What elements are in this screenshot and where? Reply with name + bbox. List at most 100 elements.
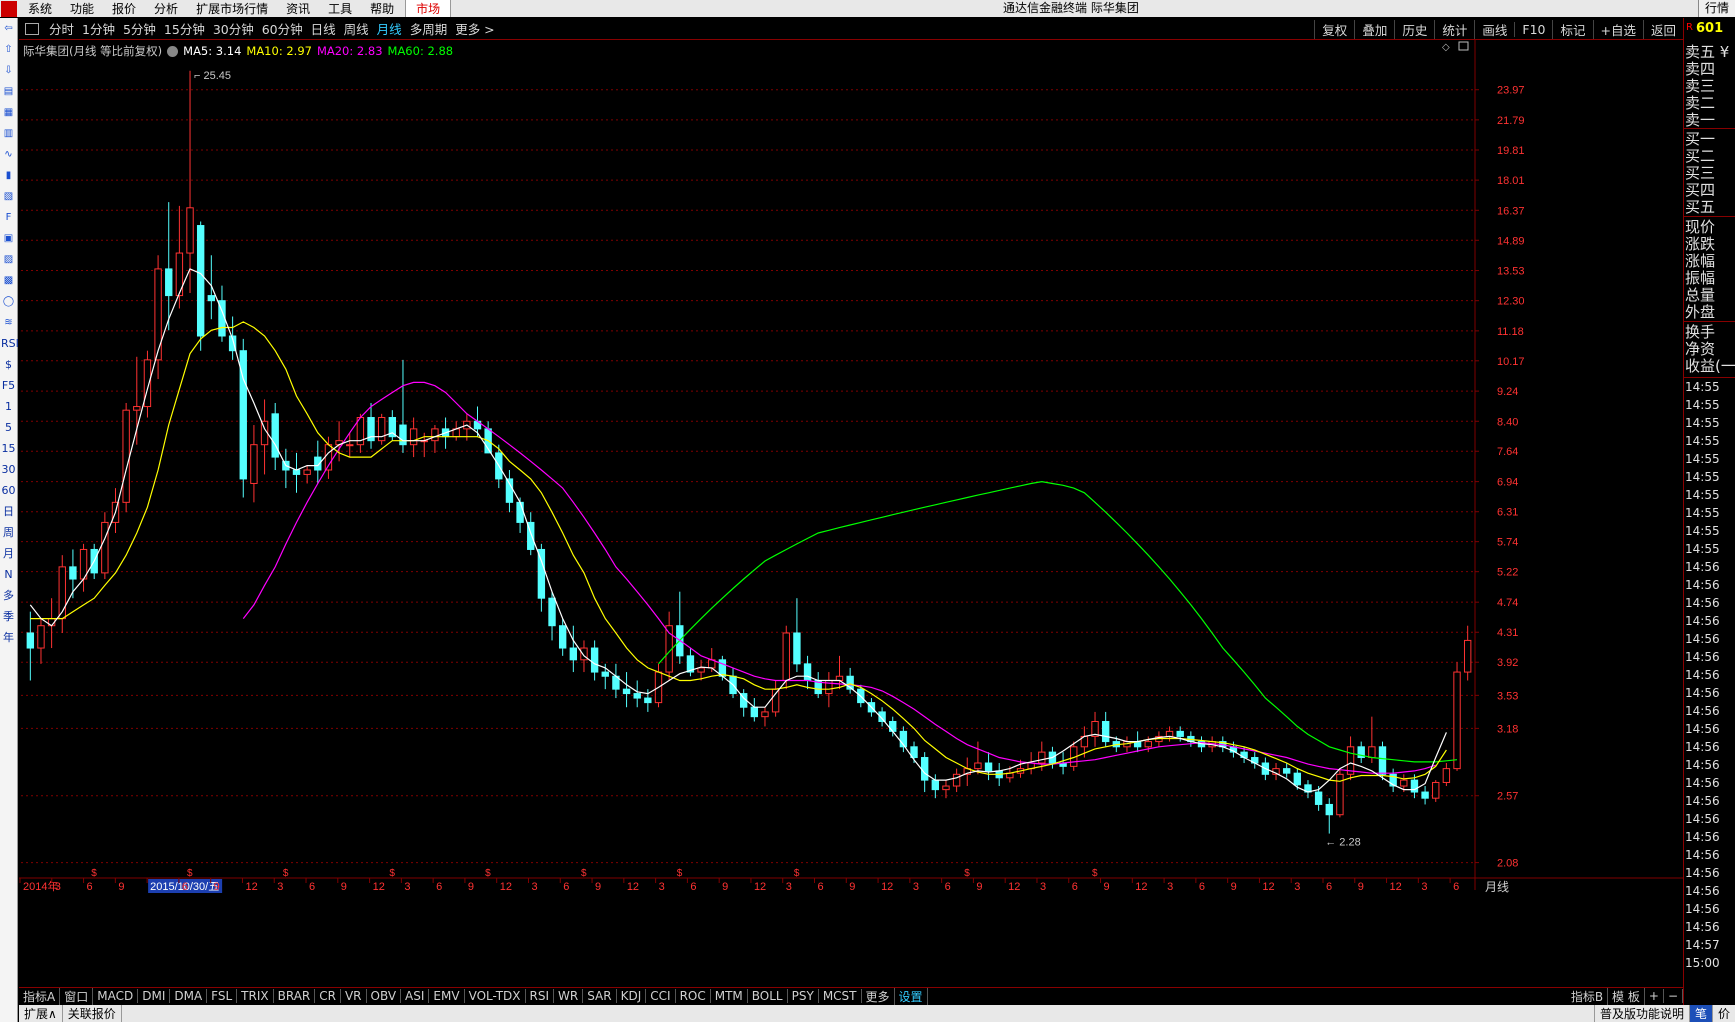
period-tab-5[interactable]: 60分钟 [258, 19, 307, 38]
dividend-marker[interactable]: $ [485, 868, 491, 879]
menu-tools[interactable]: 工具 [321, 0, 363, 17]
candle[interactable] [1421, 786, 1429, 805]
candle[interactable] [942, 780, 950, 799]
window-toggle-icon[interactable] [1458, 41, 1469, 51]
indicator-right-2[interactable]: + [1645, 989, 1664, 1003]
indicator-tab-0[interactable]: 指标A [19, 987, 61, 1005]
candle[interactable] [761, 707, 769, 727]
menu-quote[interactable]: 报价 [105, 0, 147, 17]
kline-chart[interactable]: 23.97 21.79 19.81 18.01 16.37 14.89 13.53 12.30… [19, 40, 1683, 987]
linked-quote-button[interactable]: 关联报价 [63, 1005, 122, 1022]
candle[interactable] [793, 598, 801, 673]
candle[interactable] [335, 421, 343, 462]
candle[interactable] [1378, 741, 1387, 781]
chart-tool-0[interactable]: 复权 [1314, 19, 1354, 39]
indicator-tab-7[interactable]: BRAR [274, 989, 316, 1003]
candle[interactable] [79, 543, 88, 592]
indicator-tab-25[interactable]: 设置 [895, 987, 928, 1005]
left-tool-4[interactable]: 5 [1, 420, 16, 435]
left-tool-7[interactable]: 60 [1, 483, 16, 498]
indicator-tab-22[interactable]: PSY [788, 989, 819, 1003]
candle[interactable] [984, 752, 993, 781]
candle[interactable] [814, 672, 822, 699]
expand-button[interactable]: 扩展∧ [19, 1005, 63, 1022]
left-tool-14[interactable]: 年 [1, 630, 16, 645]
menu-extended-market[interactable]: 扩展市场行情 [189, 0, 279, 17]
candle[interactable] [622, 672, 631, 708]
chart-tool-8[interactable]: 返回 [1642, 19, 1683, 39]
dividend-marker[interactable]: $ [389, 868, 395, 879]
indicator-tab-17[interactable]: KDJ [617, 989, 647, 1003]
candle[interactable] [303, 465, 311, 484]
indicator-tab-3[interactable]: DMI [138, 989, 171, 1003]
indicator-tab-19[interactable]: ROC [676, 989, 711, 1003]
indicator-right-0[interactable]: 指标B [1567, 987, 1609, 1005]
indicator-tab-2[interactable]: MACD [93, 989, 139, 1003]
indicator-tab-15[interactable]: WR [554, 989, 584, 1003]
indicator-icon[interactable]: ≋ [1, 315, 16, 330]
candle[interactable] [633, 680, 641, 708]
menu-system[interactable]: 系统 [21, 0, 63, 17]
menu-function[interactable]: 功能 [63, 0, 105, 17]
candle[interactable] [590, 640, 599, 681]
panel-menu-icon[interactable] [25, 22, 39, 35]
candle[interactable] [1272, 763, 1280, 781]
left-tool-0[interactable]: RSI [1, 336, 19, 351]
dividend-marker[interactable]: $ [283, 868, 289, 879]
diamond-icon[interactable]: ◇ [1442, 42, 1450, 53]
left-tool-5[interactable]: 15 [1, 441, 16, 456]
dividend-marker[interactable]: $ [677, 868, 683, 879]
left-tool-6[interactable]: 30 [1, 462, 16, 477]
indicator-tab-24[interactable]: 更多 [862, 987, 895, 1005]
candle[interactable] [750, 698, 759, 722]
candle[interactable] [282, 448, 290, 489]
indicator-tab-10[interactable]: OBV [367, 989, 402, 1003]
candle[interactable] [1389, 768, 1397, 793]
news-icon[interactable]: ▧ [1, 189, 16, 204]
menu-analysis[interactable]: 分析 [147, 0, 189, 17]
period-tab-8[interactable]: 月线 [373, 19, 406, 38]
candle[interactable] [165, 202, 173, 331]
menu-info[interactable]: 资讯 [279, 0, 321, 17]
candle[interactable] [665, 611, 673, 681]
candle[interactable] [1304, 780, 1312, 799]
indicator-tab-13[interactable]: VOL-TDX [465, 989, 526, 1003]
candle[interactable] [101, 512, 109, 580]
candle[interactable] [739, 689, 748, 717]
candle-chart-icon[interactable]: ▮ [1, 168, 16, 183]
candle[interactable] [1357, 741, 1365, 764]
candle[interactable] [452, 421, 460, 441]
left-tool-12[interactable]: 多 [1, 588, 16, 603]
candle[interactable] [133, 356, 141, 445]
grid-icon[interactable]: ▥ [1, 126, 16, 141]
chart-tool-7[interactable]: +自选 [1592, 19, 1643, 39]
tick-button[interactable]: 笔 [1688, 1005, 1712, 1022]
candle[interactable] [697, 659, 705, 681]
candle[interactable] [686, 648, 695, 677]
indicator-tab-6[interactable]: TRIX [237, 989, 274, 1003]
left-tool-11[interactable]: N [1, 567, 16, 582]
candle[interactable] [1442, 763, 1451, 787]
period-tab-0[interactable]: 分时 [45, 19, 78, 38]
candle[interactable] [122, 402, 130, 513]
candle[interactable] [207, 255, 216, 320]
candle[interactable] [1091, 711, 1099, 747]
indicator-tab-8[interactable]: CR [315, 989, 341, 1003]
chart-tool-3[interactable]: 统计 [1434, 19, 1474, 39]
f10-icon[interactable]: F [1, 210, 16, 225]
calc-icon[interactable]: ▩ [1, 273, 16, 288]
indicator-tab-18[interactable]: CCI [646, 989, 676, 1003]
edition-info[interactable]: 普及版功能说明 [1593, 1005, 1689, 1022]
menu-help[interactable]: 帮助 [363, 0, 405, 17]
period-tab-2[interactable]: 5分钟 [119, 19, 160, 38]
indicator-tab-12[interactable]: EMV [429, 989, 465, 1003]
candle[interactable] [920, 752, 929, 793]
candle[interactable] [1346, 736, 1355, 781]
quote-list-icon[interactable]: ▤ [1, 84, 16, 99]
chart-tool-4[interactable]: 画线 [1474, 19, 1514, 39]
period-tab-3[interactable]: 15分钟 [160, 19, 209, 38]
candle[interactable] [1325, 798, 1333, 834]
fund-icon[interactable]: ▣ [1, 231, 16, 246]
chart-tool-6[interactable]: 标记 [1552, 19, 1592, 39]
candle[interactable] [931, 774, 940, 799]
